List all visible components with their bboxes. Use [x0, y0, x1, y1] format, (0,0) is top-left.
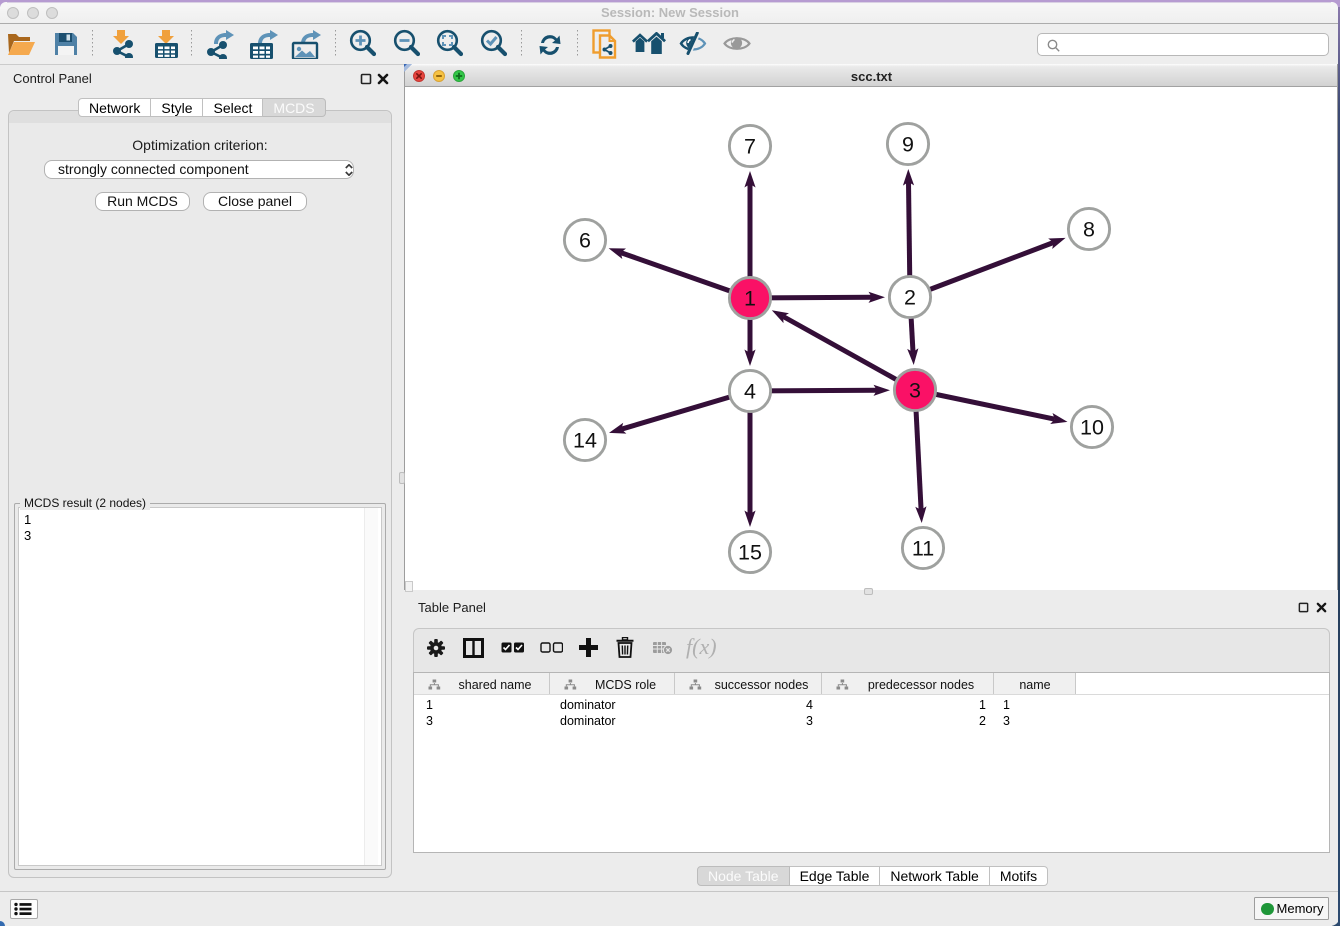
svg-text:10: 10 — [1080, 416, 1104, 440]
svg-text:7: 7 — [744, 135, 756, 159]
svg-text:14: 14 — [573, 429, 597, 453]
svg-text:8: 8 — [1083, 218, 1095, 242]
svg-text:2: 2 — [904, 286, 916, 310]
svg-text:9: 9 — [902, 133, 914, 157]
svg-text:3: 3 — [909, 379, 921, 403]
svg-text:1: 1 — [744, 287, 756, 311]
svg-text:15: 15 — [738, 541, 762, 565]
svg-text:6: 6 — [579, 229, 591, 253]
svg-text:11: 11 — [912, 537, 934, 561]
svg-text:4: 4 — [744, 380, 756, 404]
